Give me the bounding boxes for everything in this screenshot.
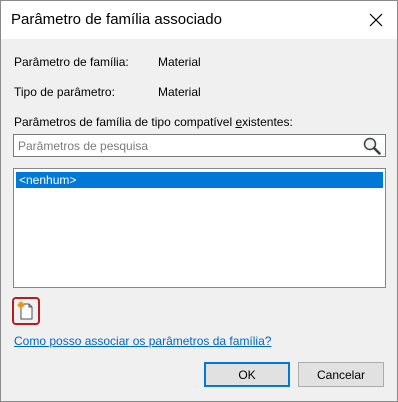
help-link[interactable]: Como posso associar os parâmetros da fam…	[14, 334, 271, 348]
new-parameter-icon	[17, 301, 33, 320]
compatible-parameters-list[interactable]: <nenhum>	[13, 168, 386, 288]
ok-button[interactable]: OK	[204, 362, 290, 387]
magnifier-icon[interactable]	[362, 136, 382, 156]
dialog-title: Parâmetro de família associado	[11, 11, 222, 28]
search-field[interactable]	[13, 134, 386, 157]
title-bar: Parâmetro de família associado	[1, 1, 397, 39]
associate-family-parameter-dialog: Parâmetro de família associado Parâmetro…	[0, 0, 398, 402]
family-parameter-value: Material	[158, 55, 201, 69]
parameter-type-value: Material	[158, 85, 201, 99]
close-button[interactable]	[361, 5, 391, 35]
family-parameter-label: Parâmetro de família:	[14, 55, 129, 69]
compatible-parameters-label: Parâmetros de família de tipo compatível…	[14, 115, 293, 129]
new-parameter-button[interactable]	[12, 297, 40, 325]
close-icon	[369, 13, 383, 27]
list-item[interactable]: <nenhum>	[16, 172, 383, 188]
search-input[interactable]	[18, 137, 358, 154]
parameter-type-label: Tipo de parâmetro:	[14, 85, 115, 99]
cancel-button[interactable]: Cancelar	[298, 362, 384, 387]
